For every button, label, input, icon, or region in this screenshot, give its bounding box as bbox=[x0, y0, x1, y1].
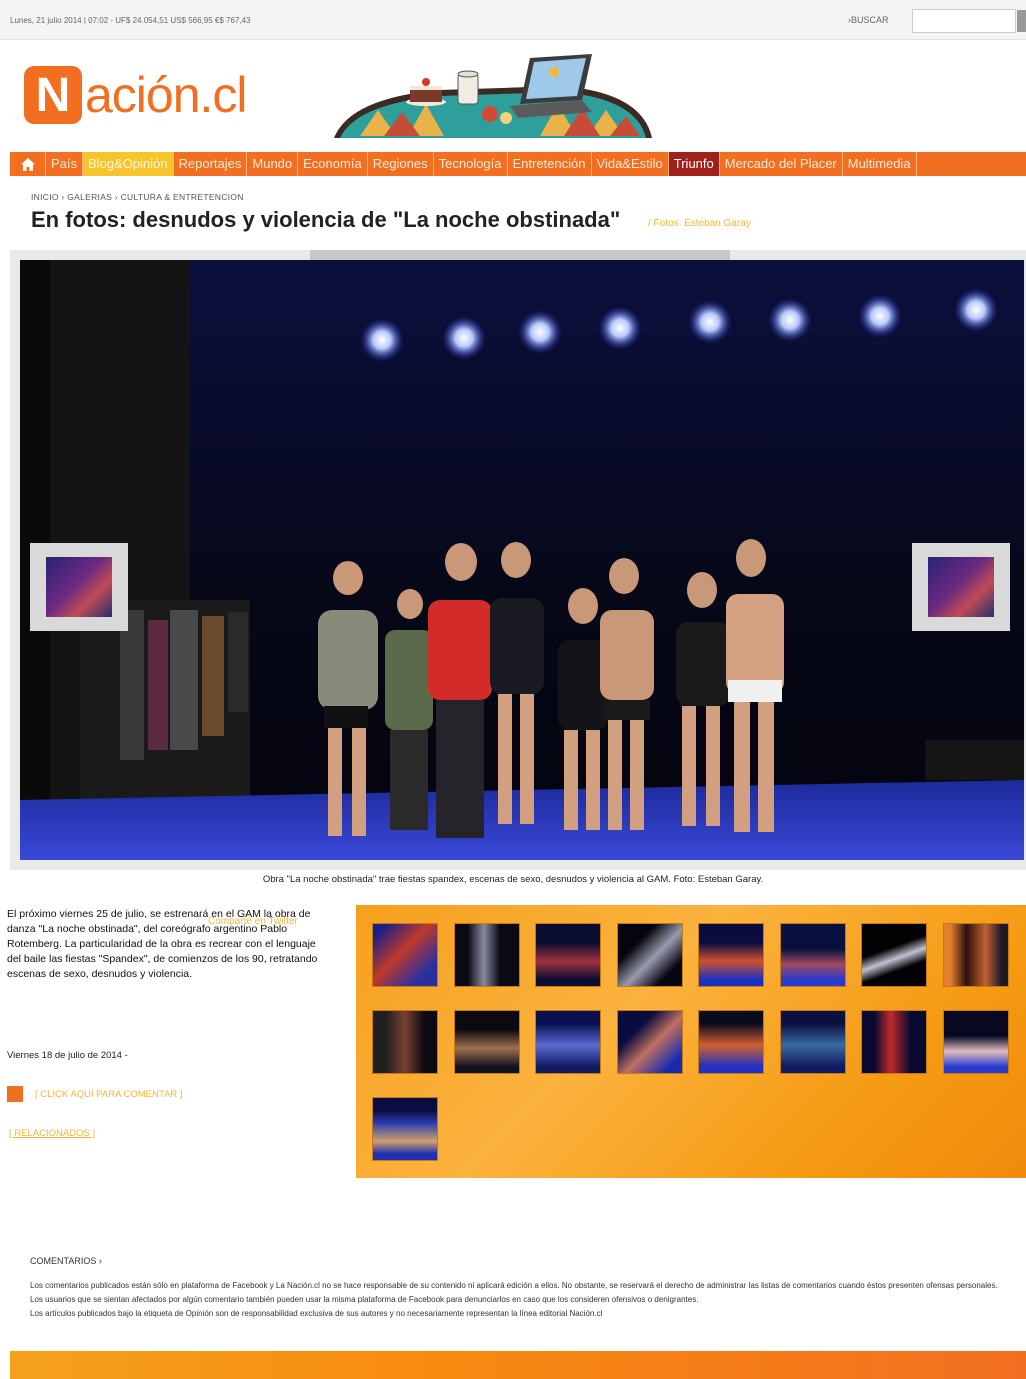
comments-notice: Los comentarios publicados están sólo en… bbox=[30, 1281, 998, 1290]
nav-home[interactable] bbox=[10, 152, 46, 176]
gallery-thumbnail[interactable] bbox=[861, 923, 927, 987]
thumbnail-grid bbox=[356, 905, 1026, 1178]
search-button[interactable] bbox=[1017, 10, 1026, 32]
gallery-thumbnail[interactable] bbox=[698, 1010, 764, 1074]
top-bar: Lunes, 21 julio 2014 | 07:02 - UF$ 24.05… bbox=[0, 0, 1026, 40]
site-logo[interactable]: N ación.cl bbox=[24, 66, 248, 124]
main-photo bbox=[20, 260, 1024, 860]
comments-section: COMENTARIOS › Los comentarios publicados… bbox=[30, 1256, 1000, 1321]
nav-item-triunfo[interactable]: Triunfo bbox=[668, 152, 720, 176]
publish-date: Viernes 18 de julio de 2014 - bbox=[7, 1050, 128, 1061]
gallery-thumbnail[interactable] bbox=[780, 923, 846, 987]
nav-item-tecnologia[interactable]: Tecnología bbox=[434, 152, 508, 176]
cafe-laptop-illustration bbox=[334, 54, 652, 138]
photo-caption: Obra "La noche obstinada" trae fiestas s… bbox=[262, 874, 764, 885]
comments-title[interactable]: COMENTARIOS › bbox=[30, 1256, 1000, 1266]
home-icon bbox=[20, 157, 35, 171]
page-title: En fotos: desnudos y violencia de "La no… bbox=[31, 207, 621, 232]
comments-notice: Los usuarios que se sientan afectados po… bbox=[30, 1295, 699, 1304]
nav-item-mercado-del-placer[interactable]: Mercado del Placer bbox=[720, 152, 843, 176]
gallery-thumbnail[interactable] bbox=[454, 923, 520, 987]
footer-band bbox=[10, 1351, 1026, 1379]
nav-item-regiones[interactable]: Regiones bbox=[368, 152, 434, 176]
nav-item-pais[interactable]: País bbox=[46, 152, 84, 176]
comment-link[interactable]: [ CLICK AQUÍ PARA COMENTAR ] bbox=[35, 1089, 182, 1100]
gallery-thumbnail[interactable] bbox=[454, 1010, 520, 1074]
comment-cta[interactable]: [ CLICK AQUÍ PARA COMENTAR ] bbox=[7, 1086, 182, 1102]
comments-notice: Los artículos publicados bajo la etiquet… bbox=[30, 1309, 603, 1318]
prev-thumbnail bbox=[46, 557, 112, 617]
gallery-thumbnail[interactable] bbox=[943, 923, 1009, 987]
nav-item-reportajes[interactable]: Reportajes bbox=[174, 152, 248, 176]
gallery-thumbnail[interactable] bbox=[372, 923, 438, 987]
search-label[interactable]: ›BUSCAR bbox=[848, 15, 889, 25]
gallery-thumbnail[interactable] bbox=[617, 1010, 683, 1074]
photo-gallery bbox=[10, 250, 1026, 870]
next-thumbnail bbox=[928, 557, 994, 617]
breadcrumb[interactable]: INICIO › GALERIAS › CULTURA & ENTRETENCI… bbox=[31, 192, 244, 202]
gallery-thumbnail[interactable] bbox=[372, 1010, 438, 1074]
nav-item-vida-estilo[interactable]: Vida&Estilo bbox=[592, 152, 669, 176]
gallery-thumbnail[interactable] bbox=[535, 923, 601, 987]
date-indicators: Lunes, 21 julio 2014 | 07:02 - UF$ 24.05… bbox=[10, 16, 251, 25]
nav-item-mundo[interactable]: Mundo bbox=[247, 152, 299, 176]
comment-icon bbox=[7, 1086, 23, 1102]
gallery-thumbnail[interactable] bbox=[780, 1010, 846, 1074]
gallery-prev-button[interactable] bbox=[30, 543, 128, 631]
nav-item-entretencion[interactable]: Entretención bbox=[508, 152, 592, 176]
photo-credit: / Fotos: Esteban Garay bbox=[648, 218, 751, 229]
nav-item-multimedia[interactable]: Multimedia bbox=[843, 152, 917, 176]
logo-text: ación.cl bbox=[85, 67, 248, 123]
gallery-thumbnail[interactable] bbox=[617, 923, 683, 987]
page: Lunes, 21 julio 2014 | 07:02 - UF$ 24.05… bbox=[0, 0, 1026, 1379]
gallery-thumbnail[interactable] bbox=[861, 1010, 927, 1074]
gallery-next-button[interactable] bbox=[912, 543, 1010, 631]
share-twitter-link[interactable]: Comparte en Twitter bbox=[208, 916, 298, 927]
gallery-thumbnail[interactable] bbox=[535, 1010, 601, 1074]
search-input[interactable] bbox=[912, 9, 1016, 33]
related-link[interactable]: [ RELACIONADOS ] bbox=[9, 1128, 95, 1139]
nav-item-economia[interactable]: Economía bbox=[298, 152, 368, 176]
gallery-thumbnail[interactable] bbox=[698, 923, 764, 987]
gallery-thumbnail[interactable] bbox=[372, 1097, 438, 1161]
nav-item-blog-opinion[interactable]: Blog&Opinión bbox=[83, 152, 174, 176]
logo-letter: N bbox=[24, 66, 82, 124]
gallery-scrollbar[interactable] bbox=[310, 250, 730, 260]
main-nav: País Blog&Opinión Reportajes Mundo Econo… bbox=[10, 152, 1026, 176]
stage-photo bbox=[20, 260, 1024, 860]
gallery-thumbnail[interactable] bbox=[943, 1010, 1009, 1074]
